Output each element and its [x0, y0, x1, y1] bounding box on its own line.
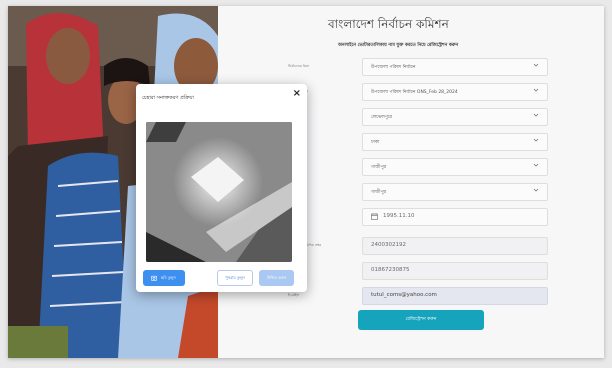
field-value: tutul_coms@yahoo.com	[371, 292, 437, 298]
area-select[interactable]: গাজীপুর	[362, 183, 548, 201]
chevron-down-icon	[533, 113, 539, 117]
field-value: ঢাকা	[371, 140, 380, 145]
field-label: নির্বাচনের ধরন	[288, 64, 309, 68]
date-of-birth-input[interactable]: 1995.11.10	[362, 208, 548, 226]
form-row-dob: 1995.11.10	[288, 208, 604, 226]
field-value: গাজীপুর	[371, 165, 387, 170]
app-window: বাংলাদেশ নির্বাচন কমিশন অনলাইনে ভোটারতাল…	[8, 6, 604, 358]
modal-title: চেহারা সনাক্তকরণ প্রক্রিয়া	[142, 95, 194, 101]
election-type-select[interactable]: উপজেলা পরিষদ নির্বাচন	[362, 58, 548, 76]
nid-input[interactable]: 2400302192	[362, 237, 548, 255]
confirm-button[interactable]: নিশ্চিত করুন	[259, 270, 294, 286]
form-row-4: ঢাকা	[288, 133, 604, 151]
field-value: 2400302192	[371, 242, 406, 248]
chevron-down-icon	[533, 163, 539, 167]
camera-icon	[151, 275, 157, 281]
retake-button[interactable]: পুনরায় তুলুন	[217, 270, 253, 286]
chevron-down-icon	[533, 63, 539, 67]
field-value: গাজীপুর	[371, 190, 387, 195]
form-row-nid: জাতীয় পরিচয়পত্র নম্বর 2400302192	[288, 237, 604, 255]
form-row-election-type: নির্বাচনের ধরন উপজেলা পরিষদ নির্বাচন	[288, 58, 604, 76]
form-row-email: ই-মেইল tutul_coms@yahoo.com	[288, 287, 604, 305]
chevron-down-icon	[533, 88, 539, 92]
form-row-5: গাজীপুর	[288, 158, 604, 176]
district-select[interactable]: ঢাকা	[362, 133, 548, 151]
field-value: 1995.11.10	[383, 213, 415, 219]
take-photo-button[interactable]: ছবি তুলুন	[143, 270, 185, 286]
face-verification-modal: চেহারা সনাক্তকরণ প্রক্রিয়া × ছবি তুলুন …	[136, 84, 307, 292]
field-label: ই-মেইল	[288, 293, 300, 297]
page-subtitle: অনলাইনে ভোটারতালিকায় নাম যুক্ত করতে নিচ…	[338, 43, 459, 48]
election-name-select[interactable]: উপজেলা পরিষদ নির্বাচন ONS_Feb 28_2024	[362, 83, 548, 101]
form-row-6: গাজীপুর	[288, 183, 604, 201]
form-row-mobile: মোবাইল নম্বর 01867230875	[288, 262, 604, 280]
upazila-select[interactable]: গাজীপুর	[362, 158, 548, 176]
email-input[interactable]: tutul_coms@yahoo.com	[362, 287, 548, 305]
division-select[interactable]: লেভেলপুরে	[362, 108, 548, 126]
form-row-3: লেভেলপুরে	[288, 108, 604, 126]
take-photo-label: ছবি তুলুন	[161, 275, 176, 280]
form-row-election-name: নির্বাচনের নাম উপজেলা পরিষদ নির্বাচন ONS…	[288, 83, 604, 101]
mobile-input[interactable]: 01867230875	[362, 262, 548, 280]
page-title: বাংলাদেশ নির্বাচন কমিশন	[328, 17, 449, 31]
chevron-down-icon	[533, 188, 539, 192]
register-button[interactable]: রেজিস্ট্রেশন করুন	[358, 310, 484, 330]
field-value: লেভেলপুরে	[371, 115, 393, 120]
chevron-down-icon	[533, 138, 539, 142]
camera-preview	[146, 122, 292, 262]
close-icon[interactable]: ×	[293, 88, 301, 99]
field-value: উপজেলা পরিষদ নির্বাচন ONS_Feb 28_2024	[371, 90, 458, 95]
field-value: উপজেলা পরিষদ নির্বাচন	[371, 65, 416, 70]
field-value: 01867230875	[371, 267, 410, 273]
calendar-icon	[371, 213, 378, 220]
